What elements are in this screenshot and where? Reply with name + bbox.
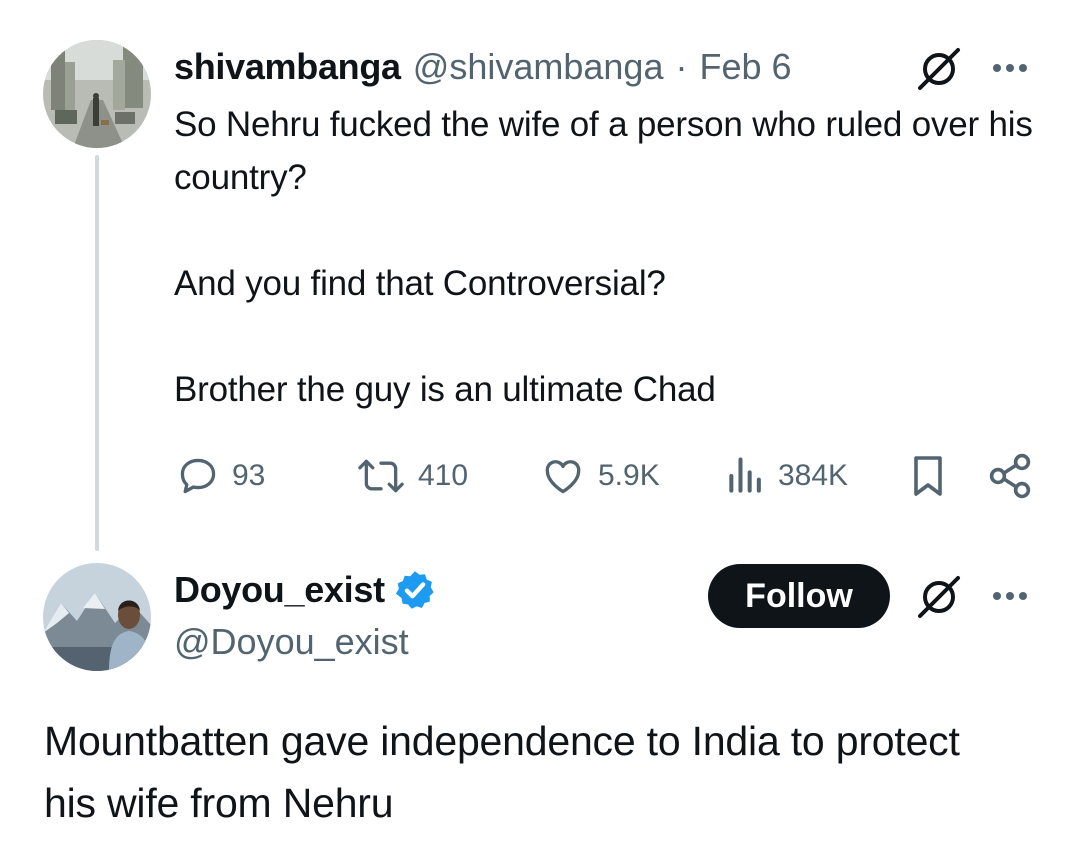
grok-icon[interactable]	[914, 574, 964, 620]
thread-connector-line	[95, 155, 99, 551]
reply-text: Mountbatten gave independence to India t…	[44, 718, 960, 826]
repost-count: 410	[418, 459, 469, 492]
user-handle[interactable]: @Doyou_exist	[174, 620, 409, 664]
reply-count: 93	[232, 459, 266, 492]
repost-icon	[358, 459, 404, 493]
bookmark-icon[interactable]	[910, 452, 946, 500]
tweet-text: So Nehru fucked the wife of a person who…	[174, 105, 1033, 409]
verified-badge-icon	[395, 571, 434, 609]
views-button[interactable]: 384K	[726, 452, 848, 500]
more-icon[interactable]	[990, 58, 1030, 78]
display-name[interactable]: shivambanga	[174, 46, 401, 88]
follow-button[interactable]: Follow	[708, 564, 890, 628]
avatar-doyou-exist[interactable]	[43, 563, 151, 671]
views-icon	[729, 457, 761, 493]
repost-button[interactable]: 410	[356, 452, 468, 500]
like-button[interactable]: 5.9K	[540, 452, 660, 500]
user-handle[interactable]: @shivambanga	[413, 46, 664, 88]
like-icon	[545, 460, 581, 494]
like-count: 5.9K	[598, 459, 660, 492]
views-count: 384K	[778, 459, 849, 492]
grok-icon[interactable]	[914, 46, 964, 92]
separator-dot: ·	[675, 46, 688, 87]
more-icon[interactable]	[990, 586, 1030, 606]
reply-header: Doyou_exist	[174, 564, 437, 616]
tweet-header: shivambanga @shivambanga · Feb 6	[174, 42, 792, 92]
tweet-date[interactable]: Feb 6	[699, 46, 791, 88]
share-icon[interactable]	[988, 452, 1032, 500]
display-name[interactable]: Doyou_exist	[174, 569, 385, 611]
reply-icon	[180, 458, 216, 494]
reply-button[interactable]: 93	[176, 452, 265, 500]
avatar-shivambanga[interactable]	[43, 40, 151, 148]
